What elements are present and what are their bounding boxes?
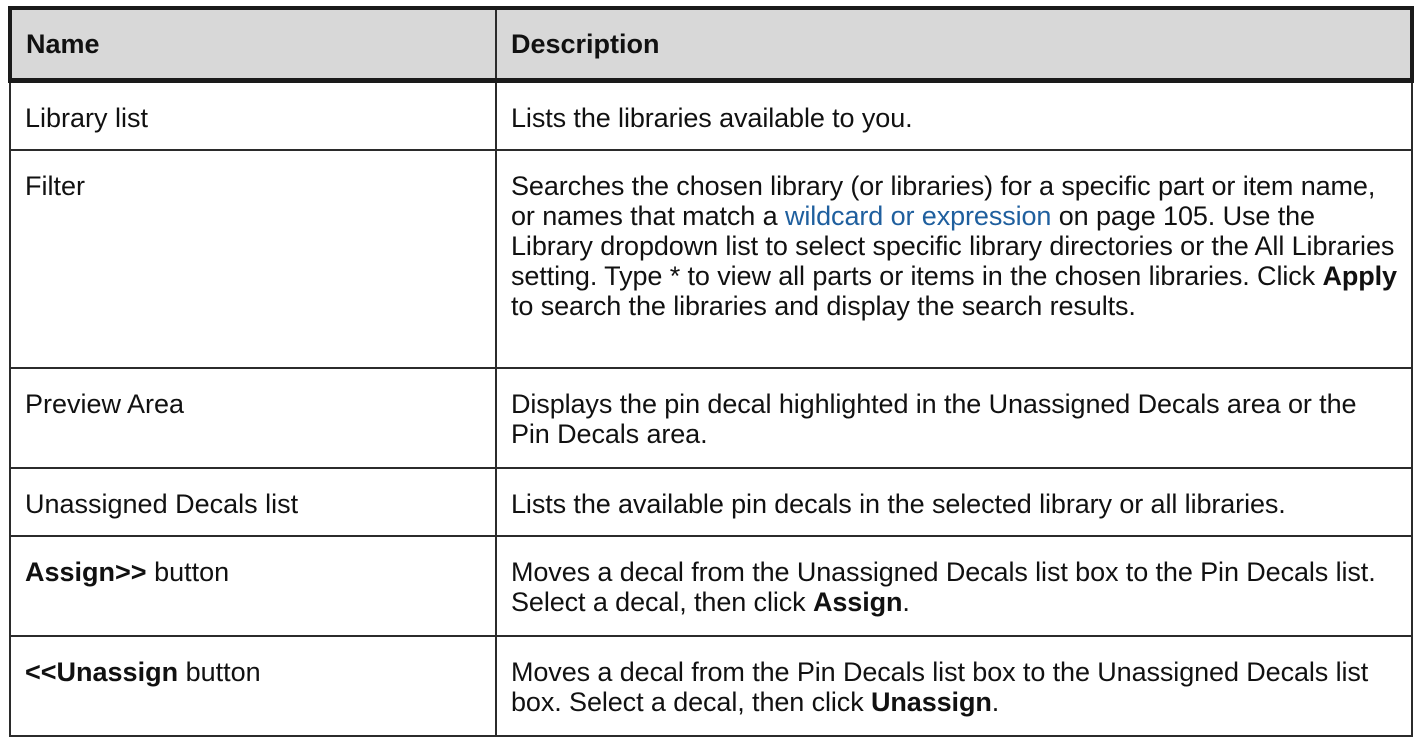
row-name: Preview Area (9, 367, 497, 469)
header-description: Description (495, 7, 1413, 82)
name-text: button (146, 557, 230, 587)
bold-term: Unassign (871, 687, 992, 717)
row-name: Unassigned Decals list (9, 467, 497, 537)
description-table: Name Description Library list Lists the … (8, 6, 1414, 737)
description-text: . (991, 687, 1000, 717)
row-name: Filter (9, 149, 497, 369)
name-text: button (178, 657, 261, 687)
table-row: Filter Searches the chosen library (or l… (9, 149, 1413, 369)
description-text: to search the libraries and display the … (511, 291, 1136, 321)
description-text: Moves a decal from the Unassigned Decals… (511, 557, 1376, 617)
table-header: Name Description (9, 7, 1413, 82)
header-name: Name (9, 7, 497, 82)
cross-reference-link[interactable]: wildcard or expression (785, 201, 1052, 231)
table-row: Unassigned Decals list Lists the availab… (9, 467, 1413, 537)
table-row: Preview Area Displays the pin decal high… (9, 367, 1413, 469)
row-description: Lists the libraries available to you. (495, 79, 1413, 151)
bold-term: <<Unassign (25, 657, 179, 687)
row-name: Assign>> button (9, 535, 497, 637)
row-name: <<Unassign button (9, 635, 497, 737)
header-row: Name Description (9, 7, 1413, 82)
row-description: Moves a decal from the Unassigned Decals… (495, 535, 1413, 637)
row-description: Searches the chosen library (or librarie… (495, 149, 1413, 369)
row-description: Lists the available pin decals in the se… (495, 467, 1413, 537)
description-text: . (902, 587, 910, 617)
row-name: Library list (9, 79, 497, 151)
bold-term: Apply (1322, 261, 1397, 291)
bold-term: Assign (812, 587, 903, 617)
table-row: <<Unassign button Moves a decal from the… (9, 635, 1413, 737)
table-row: Library list Lists the libraries availab… (9, 79, 1413, 151)
table-row: Assign>> button Moves a decal from the U… (9, 535, 1413, 637)
bold-term: Assign>> (25, 557, 147, 587)
table-body: Library list Lists the libraries availab… (9, 79, 1413, 737)
row-description: Moves a decal from the Pin Decals list b… (495, 635, 1413, 737)
row-description: Displays the pin decal highlighted in th… (495, 367, 1413, 469)
